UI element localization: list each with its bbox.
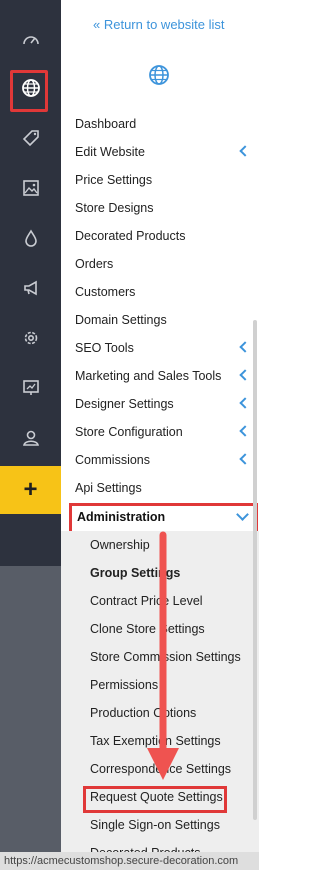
submenu-item-production-options[interactable]: Production Options: [90, 706, 196, 720]
tag-icon[interactable]: [0, 113, 61, 163]
chevron-left-icon: [239, 425, 251, 437]
submenu-item-group-settings[interactable]: Group Settings: [90, 566, 180, 580]
drop-icon[interactable]: [0, 213, 61, 263]
nav-item-dashboard[interactable]: Dashboard: [75, 110, 259, 138]
submenu-item-contract-price-level[interactable]: Contract Price Level: [90, 594, 203, 608]
submenu-item-clone-store-settings[interactable]: Clone Store Settings: [90, 622, 205, 636]
website-menu-panel: « Return to website list Dashboard Edit …: [61, 0, 259, 870]
administration-submenu: Ownership Group Settings Contract Price …: [61, 531, 259, 870]
submenu-item-store-commission-settings[interactable]: Store Commission Settings: [90, 650, 241, 664]
chevron-left-icon: [239, 145, 251, 157]
nav-item-api-settings[interactable]: Api Settings: [75, 474, 259, 502]
submenu-item-permissions[interactable]: Permissions: [90, 678, 158, 692]
nav-item-price-settings[interactable]: Price Settings: [75, 166, 259, 194]
plus-icon: +: [23, 476, 38, 503]
submenu-item-correspondence-settings[interactable]: Correspondence Settings: [90, 762, 231, 776]
user-icon[interactable]: [0, 413, 61, 463]
nav-item-designer-settings[interactable]: Designer Settings: [75, 390, 259, 418]
nav-item-administration[interactable]: Administration: [69, 503, 258, 534]
nav-item-customers[interactable]: Customers: [75, 278, 259, 306]
request-quote-highlight: [83, 786, 227, 813]
return-to-website-list-link[interactable]: « Return to website list: [93, 17, 225, 32]
status-bar-url: https://acmecustomshop.secure-decoration…: [0, 852, 259, 870]
megaphone-icon[interactable]: [0, 263, 61, 313]
nav-item-marketing-and-sales-tools[interactable]: Marketing and Sales Tools: [75, 362, 259, 390]
nav-item-store-configuration[interactable]: Store Configuration: [75, 418, 259, 446]
rail-empty-area: [0, 566, 61, 870]
nav-item-seo-tools[interactable]: SEO Tools: [75, 334, 259, 362]
chevron-left-icon: [239, 369, 251, 381]
presentation-icon[interactable]: [0, 363, 61, 413]
nav-item-commissions[interactable]: Commissions: [75, 446, 259, 474]
chevron-left-icon: [239, 453, 251, 465]
gear-icon[interactable]: [0, 313, 61, 363]
scrollbar[interactable]: [253, 320, 257, 820]
nav-item-decorated-products[interactable]: Decorated Products: [75, 222, 259, 250]
submenu-item-tax-exemption-settings[interactable]: Tax Exemption Settings: [90, 734, 221, 748]
nav-item-store-designs[interactable]: Store Designs: [75, 194, 259, 222]
chevron-left-icon: [239, 397, 251, 409]
submenu-item-ownership[interactable]: Ownership: [90, 538, 150, 552]
globe-icon: [149, 65, 169, 85]
image-icon[interactable]: [0, 163, 61, 213]
nav-item-orders[interactable]: Orders: [75, 250, 259, 278]
nav-item-domain-settings[interactable]: Domain Settings: [75, 306, 259, 334]
gauge-icon[interactable]: [0, 15, 61, 65]
chevron-left-icon: [239, 341, 251, 353]
submenu-item-single-sign-on-settings[interactable]: Single Sign-on Settings: [90, 818, 220, 832]
add-button[interactable]: +: [0, 466, 61, 514]
nav-item-edit-website[interactable]: Edit Website: [75, 138, 259, 166]
chevron-down-icon: [236, 508, 249, 521]
globe-highlight: [10, 70, 48, 112]
